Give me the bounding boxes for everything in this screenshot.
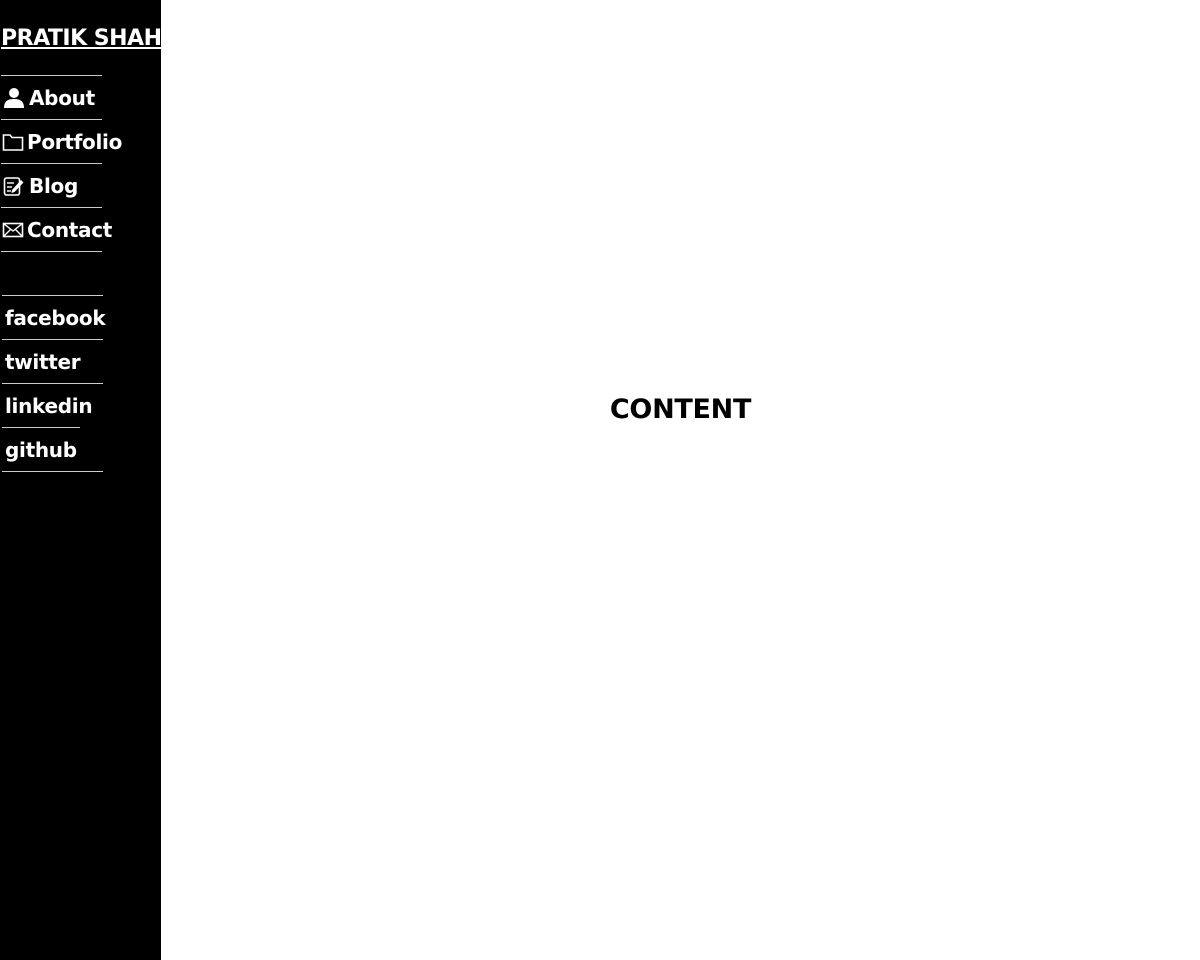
nav-item-contact[interactable]: Contact: [1, 208, 112, 252]
social-link-label: twitter: [5, 349, 81, 374]
main-content: CONTENT: [161, 0, 1200, 960]
social-link-facebook[interactable]: facebook: [2, 296, 106, 340]
nav-item-blog[interactable]: Blog: [1, 164, 102, 208]
nav-item-label: Contact: [27, 217, 113, 242]
nav-item-portfolio[interactable]: Portfolio: [1, 120, 122, 164]
nav-item-about[interactable]: About: [1, 76, 102, 120]
site-title-link[interactable]: PRATIK SHAH: [1, 26, 162, 51]
folder-icon: [2, 131, 24, 153]
nav-item-label: Portfolio: [27, 129, 123, 154]
sidebar: PRATIK SHAH About Portfolio Blog Contact…: [0, 0, 162, 960]
mail-icon: [2, 219, 24, 241]
social-link-linkedin[interactable]: linkedin: [2, 384, 93, 428]
nav-item-label: Blog: [29, 173, 78, 198]
social-link-github[interactable]: github: [2, 428, 103, 472]
social-links: facebook twitter linkedin github: [2, 295, 106, 472]
social-link-twitter[interactable]: twitter: [2, 340, 103, 384]
social-link-label: linkedin: [5, 393, 93, 418]
user-icon: [2, 87, 26, 109]
content-placeholder: CONTENT: [609, 394, 752, 425]
main-nav: About Portfolio Blog Contact: [1, 75, 122, 252]
edit-icon: [2, 175, 26, 197]
social-link-label: github: [5, 437, 77, 462]
social-link-label: facebook: [5, 305, 106, 330]
nav-item-label: About: [29, 85, 95, 110]
